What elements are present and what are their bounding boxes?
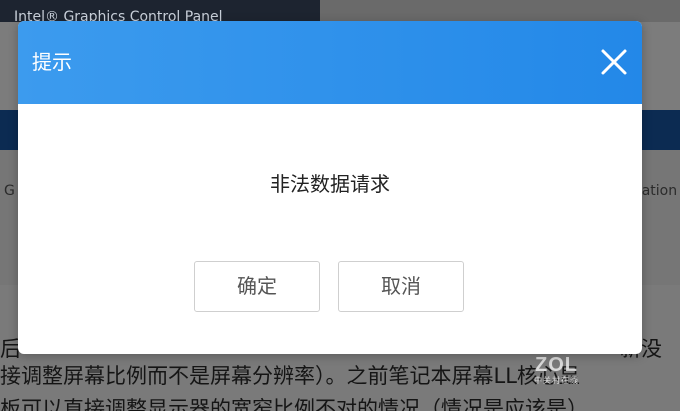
watermark-logo: ZOL [535, 354, 578, 376]
background-window-title: Intel® Graphics Control Panel [0, 0, 320, 22]
close-icon [601, 49, 627, 75]
background-top-strip [320, 0, 680, 22]
confirm-button[interactable]: 确定 [194, 261, 320, 312]
article-line: 板可以直接调整显示器的宽窄比例不对的情况（情况是应该是） [0, 397, 588, 411]
dialog-header: 提示 [18, 21, 642, 104]
dialog-title: 提示 [32, 50, 72, 74]
alert-dialog: 提示 非法数据请求 确定 取消 [18, 21, 642, 354]
zol-watermark: ZOL 中关村在线 [534, 355, 579, 385]
background-panel-left-text: G [4, 183, 15, 199]
screen: Intel® Graphics Control Panel G cation 后… [0, 0, 680, 411]
cancel-button[interactable]: 取消 [338, 261, 464, 312]
watermark-subtitle: 中关村在线 [534, 376, 579, 385]
article-line: 接调整屏幕比例而不是屏幕分辨率）。之前笔记本屏幕LL核心显 [0, 364, 580, 388]
dialog-message: 非法数据请求 [270, 172, 390, 196]
close-button[interactable] [598, 46, 630, 78]
